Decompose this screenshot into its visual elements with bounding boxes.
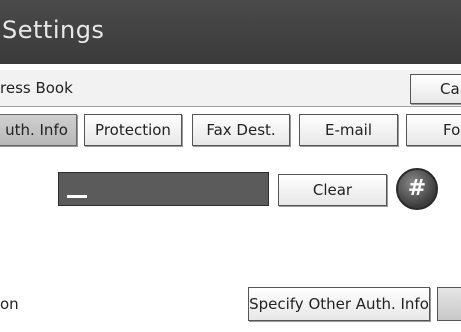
tab-protection-label: Protection bbox=[95, 121, 171, 139]
breadcrumb: ress Book bbox=[0, 79, 73, 97]
tab-auth-info-label: uth. Info bbox=[5, 121, 68, 139]
tab-folder[interactable]: Fol bbox=[406, 114, 461, 146]
hash-icon: # bbox=[407, 176, 427, 201]
page-title: Settings bbox=[2, 16, 105, 44]
text-cursor bbox=[67, 195, 87, 198]
next-button[interactable] bbox=[437, 287, 461, 321]
tab-protection[interactable]: Protection bbox=[84, 114, 182, 146]
address-book-bar: ress Book Car bbox=[0, 70, 461, 107]
clear-button-label: Clear bbox=[312, 181, 353, 199]
settings-screen: Settings ress Book Car uth. Info Protect… bbox=[0, 0, 461, 332]
title-bar: Settings bbox=[0, 0, 461, 64]
tab-email[interactable]: E-mail bbox=[299, 114, 398, 146]
clear-button[interactable]: Clear bbox=[278, 174, 387, 206]
cancel-button-label: Car bbox=[440, 80, 461, 98]
tab-email-label: E-mail bbox=[324, 121, 373, 139]
auth-info-input[interactable] bbox=[58, 172, 269, 206]
specify-button-label: Specify Other Auth. Info bbox=[249, 295, 429, 313]
cancel-button[interactable]: Car bbox=[410, 74, 461, 104]
section-label: on bbox=[0, 295, 19, 313]
tab-fax-dest-label: Fax Dest. bbox=[206, 121, 276, 139]
tab-fax-dest[interactable]: Fax Dest. bbox=[192, 114, 290, 146]
hash-key-button[interactable]: # bbox=[396, 168, 438, 210]
tab-folder-label: Fol bbox=[443, 121, 461, 139]
tab-auth-info[interactable]: uth. Info bbox=[0, 114, 77, 146]
specify-other-auth-info-button[interactable]: Specify Other Auth. Info bbox=[248, 287, 430, 321]
